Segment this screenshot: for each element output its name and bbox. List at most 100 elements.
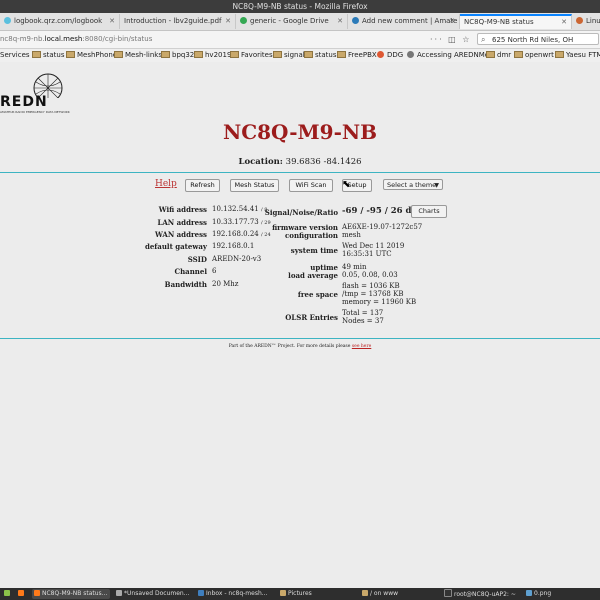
wifi-address-label: Wifi address (158, 205, 207, 214)
wan-address-label: WAN address (154, 230, 207, 239)
olsr-total: Total = 137 (342, 309, 384, 317)
linux-icon (576, 17, 583, 24)
folder-icon (114, 51, 123, 58)
bookmark-dmr[interactable]: dmr (486, 49, 511, 62)
close-tab-icon[interactable]: ✕ (225, 14, 231, 29)
tab-node-status[interactable]: NC8Q-M9-NB status ✕ (460, 14, 572, 29)
close-tab-icon[interactable]: ✕ (109, 14, 115, 29)
folder-icon (362, 590, 368, 596)
system-time-clock: 16:35:31 UTC (342, 250, 392, 258)
bookmark-openwrt[interactable]: openwrt (514, 49, 554, 62)
image-icon (526, 590, 532, 596)
chevron-down-icon: ▼ (434, 182, 439, 189)
tab-logbook[interactable]: logbook.qrz.com/logbook ✕ (0, 14, 120, 29)
bottom-divider (0, 338, 600, 339)
signal-noise-value: -69 / -95 / 26 dB (342, 206, 419, 216)
bandwidth-label: Bandwidth (164, 280, 207, 289)
charts-button[interactable]: Charts (411, 205, 447, 218)
menu-icon[interactable] (2, 589, 14, 599)
close-tab-icon[interactable]: ✕ (449, 14, 455, 29)
load-average-value: 0.05, 0.08, 0.03 (342, 271, 398, 279)
default-gateway-label: default gateway (144, 242, 207, 251)
folder-icon (194, 51, 203, 58)
free-space-memory: memory = 11960 KB (342, 298, 417, 306)
tab-bar: logbook.qrz.com/logbook ✕ Introduction - … (0, 13, 600, 31)
bookmark-yaesu[interactable]: Yaesu FTM-1 (555, 49, 600, 62)
bookmark-freepbx[interactable]: FreePBX (337, 49, 377, 62)
channel-label: Channel (174, 267, 208, 276)
refresh-button[interactable]: Refresh (185, 179, 220, 192)
taskbar-item-pictures[interactable]: Pictures (278, 589, 356, 599)
search-field[interactable]: ⌕ 625 North Rd Niles, OH (477, 33, 599, 45)
lan-address-label: LAN address (157, 218, 207, 227)
bookmark-signal[interactable]: signal (273, 49, 305, 62)
bookmark-status[interactable]: status (32, 49, 65, 62)
folder-icon (514, 51, 523, 58)
firefox-launcher-icon[interactable] (16, 589, 28, 599)
window-title-bar: NC8Q-M9-NB status - Mozilla Firefox (0, 0, 600, 13)
olsr-nodes: Nodes = 37 (342, 317, 384, 325)
configuration-value: mesh (342, 231, 361, 239)
bookmark-hv2019[interactable]: hv2019 (194, 49, 231, 62)
text-editor-icon (116, 590, 122, 596)
tab-linux[interactable]: Linu (572, 14, 600, 29)
close-tab-icon[interactable]: ✕ (561, 16, 567, 29)
bookmark-status-2[interactable]: status (304, 49, 337, 62)
free-space-label: free space (297, 290, 338, 299)
page-actions-icons[interactable]: ··· ◫ ☆ (430, 34, 471, 45)
url-field[interactable]: nc8q-m9-nb.local.mesh:8080/cgi-bin/statu… (0, 34, 428, 45)
aredn-logo[interactable]: REDN AMATEUR RADIO EMERGENCY DATA NETWOR… (0, 68, 70, 114)
default-gateway-value: 192.168.0.1 (212, 242, 255, 250)
qrz-icon (4, 17, 11, 24)
system-time-date: Wed Dec 11 2019 (342, 242, 405, 250)
folder-icon (230, 51, 239, 58)
close-tab-icon[interactable]: ✕ (337, 14, 343, 29)
taskbar: NC8Q-M9-NB status... *Unsaved Documen...… (0, 588, 600, 600)
bookmark-bpq32[interactable]: bpq32 (161, 49, 194, 62)
free-space-tmp: /tmp = 13768 KB (342, 290, 404, 298)
taskbar-item-firefox[interactable]: NC8Q-M9-NB status... (32, 589, 110, 599)
window-title: NC8Q-M9-NB status - Mozilla Firefox (232, 2, 368, 11)
mesh-status-button[interactable]: Mesh Status (230, 179, 279, 192)
navigation-bar: nc8q-m9-nb.local.mesh:8080/cgi-bin/statu… (0, 31, 600, 49)
olsr-entries-label: OLSR Entries (285, 313, 338, 322)
footer: Part of the AREDN™ Project. For more det… (228, 344, 372, 349)
theme-select[interactable]: Select a theme ▼ (383, 179, 443, 190)
folder-icon (161, 51, 170, 58)
folder-icon (337, 51, 346, 58)
tab-add-comment[interactable]: Add new comment | Amate ✕ (348, 14, 460, 29)
bookmark-services[interactable]: Services (0, 49, 30, 62)
globe-icon (407, 51, 414, 58)
uptime-value: 49 min (342, 263, 367, 271)
taskbar-item-inbox[interactable]: Inbox - nc8q-mesh... (196, 589, 274, 599)
free-space-flash: flash = 1036 KB (342, 282, 400, 290)
google-drive-icon (240, 17, 247, 24)
taskbar-item-www[interactable]: / on www (360, 589, 438, 599)
configuration-label: configuration (285, 231, 338, 240)
bookmark-meshphone[interactable]: MeshPhone (66, 49, 117, 62)
search-icon: ⌕ (481, 35, 486, 44)
folder-icon (66, 51, 75, 58)
taskbar-item-terminal[interactable]: root@NC8Q-uAP2: ~ (442, 589, 520, 599)
bookmark-mesh-links[interactable]: Mesh-links (114, 49, 162, 62)
help-link[interactable]: Help (155, 179, 177, 189)
folder-icon (486, 51, 495, 58)
duckduckgo-icon (377, 51, 384, 58)
top-divider (0, 172, 600, 173)
wifi-scan-button[interactable]: WiFi Scan (289, 179, 333, 192)
see-here-link[interactable]: see here (352, 344, 371, 349)
bookmark-favorites[interactable]: Favorites (230, 49, 273, 62)
globe-icon (352, 17, 359, 24)
load-average-label: load average (288, 271, 338, 280)
bookmark-ddg[interactable]: DDG (377, 49, 403, 62)
taskbar-item-editor[interactable]: *Unsaved Documen... (114, 589, 192, 599)
tab-google-drive[interactable]: generic - Google Drive ✕ (236, 14, 348, 29)
node-name: NC8Q-M9-NB (222, 120, 378, 144)
mouse-cursor-icon: ⬉ (342, 179, 351, 190)
mail-icon (198, 590, 204, 596)
tab-pdf[interactable]: Introduction - lbv2guide.pdf ✕ (120, 14, 236, 29)
taskbar-item-image[interactable]: 0.png (524, 589, 596, 599)
channel-value: 6 (212, 267, 217, 275)
page-content: REDN AMATEUR RADIO EMERGENCY DATA NETWOR… (0, 62, 600, 588)
bookmark-accessing-aredn[interactable]: Accessing AREDNMe... (407, 49, 496, 62)
